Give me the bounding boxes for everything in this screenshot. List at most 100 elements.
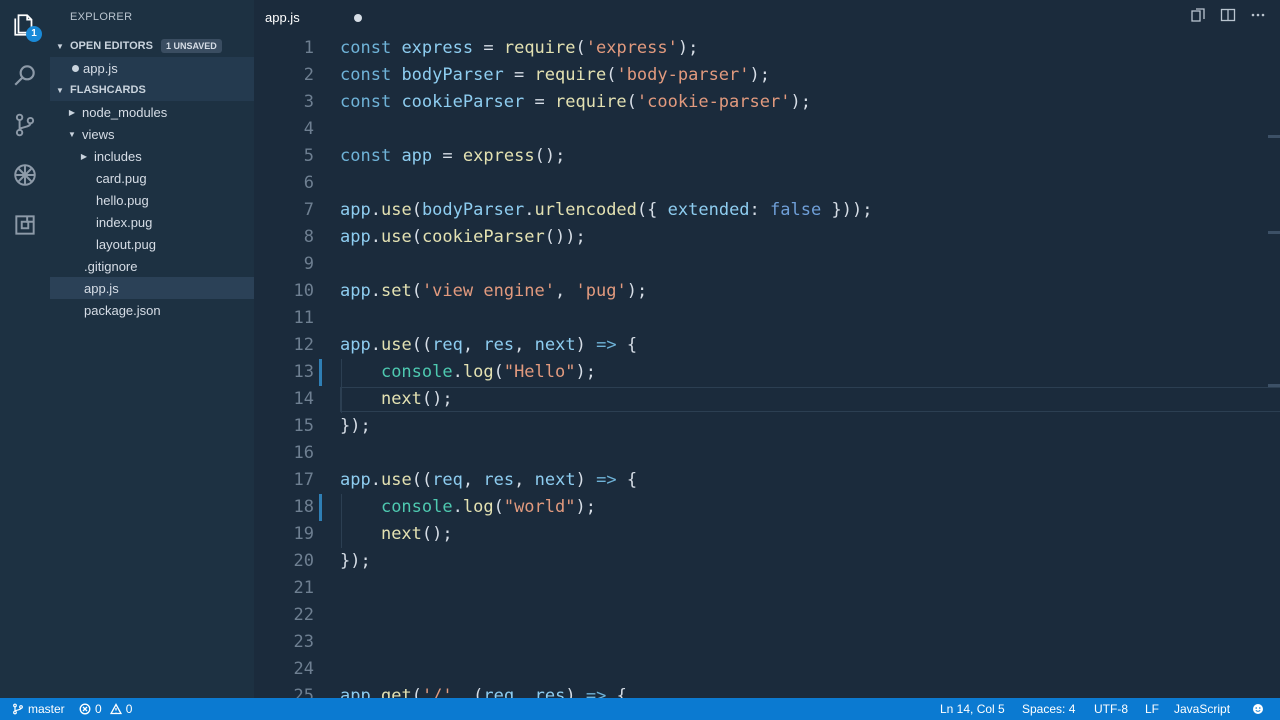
tree-item-label: includes	[94, 148, 142, 164]
unsaved-dot-icon	[72, 64, 79, 72]
chevron-down-icon: ▼	[56, 41, 64, 51]
unsaved-badge: 1 UNSAVED	[160, 39, 222, 53]
problems-indicator[interactable]: 0 0	[79, 698, 132, 720]
code-line: app.set('view engine', 'pug');	[340, 281, 648, 301]
line-number: 8	[303, 227, 314, 247]
project-header[interactable]: ▼ FLASHCARDS	[50, 79, 254, 101]
status-bar: master 0 0 Ln 14, Col 5 Spaces: 4 UTF-8 …	[0, 698, 1280, 720]
language-mode[interactable]: JavaScript	[1174, 698, 1230, 720]
line-number: 15	[293, 416, 314, 436]
open-editors-header[interactable]: ▼ OPEN EDITORS 1 UNSAVED	[50, 35, 254, 57]
more-actions-icon[interactable]	[1250, 7, 1266, 28]
open-editors-label: OPEN EDITORS	[70, 40, 153, 52]
indentation-setting[interactable]: Spaces: 4	[1022, 698, 1075, 720]
warning-count: 0	[125, 702, 133, 716]
line-number: 25	[293, 686, 314, 698]
unsaved-dot-icon[interactable]	[354, 14, 362, 22]
line-number: 18	[293, 497, 314, 517]
overview-ruler-mark	[1268, 231, 1280, 234]
editor-actions	[1190, 0, 1280, 35]
tree-item-label: app.js	[84, 280, 119, 296]
encoding-setting[interactable]: UTF-8	[1094, 698, 1128, 720]
branch-name: master	[28, 702, 65, 716]
line-number: 11	[293, 308, 314, 328]
code-line: console.log("Hello");	[380, 362, 596, 382]
line-number: 1	[303, 38, 314, 58]
extensions-icon[interactable]	[0, 200, 50, 250]
line-number: 14	[293, 389, 314, 409]
overview-ruler-mark	[1268, 135, 1280, 138]
line-number: 4	[303, 119, 314, 139]
tree-item-hello-pug[interactable]: hello.pug	[50, 189, 254, 211]
tree-item-views[interactable]: ▼ views	[50, 123, 254, 145]
tree-item-package-json[interactable]: package.json	[50, 299, 254, 321]
chevron-right-icon: ▶	[68, 107, 76, 117]
open-editor-label: app.js	[83, 60, 118, 76]
line-number: 6	[303, 173, 314, 193]
code-line: app.get('/', (req, res) => {	[340, 686, 627, 698]
current-line-highlight	[340, 387, 1280, 412]
line-number: 9	[303, 254, 314, 274]
tree-item-index-pug[interactable]: index.pug	[50, 211, 254, 233]
explorer-icon[interactable]: 1	[0, 0, 50, 50]
source-control-icon[interactable]	[0, 100, 50, 150]
code-line: });	[340, 551, 371, 571]
line-number: 24	[293, 659, 314, 679]
tree-item-label: views	[82, 126, 115, 142]
project-label: FLASHCARDS	[70, 84, 146, 96]
chevron-down-icon: ▼	[56, 85, 64, 95]
code-line: const bodyParser = require('body-parser'…	[340, 65, 771, 85]
tab-label: app.js	[265, 10, 300, 25]
line-number: 3	[303, 92, 314, 112]
tab-bar: app.js	[254, 0, 1280, 35]
cursor-position[interactable]: Ln 14, Col 5	[940, 698, 1005, 720]
line-number: 21	[293, 578, 314, 598]
code-line: const cookieParser = require('cookie-par…	[340, 92, 811, 112]
branch-indicator[interactable]: master	[12, 698, 65, 720]
line-number: 5	[303, 146, 314, 166]
error-icon	[79, 703, 91, 715]
error-count: 0	[95, 702, 102, 716]
line-number: 22	[293, 605, 314, 625]
unsaved-count-badge: 1	[26, 26, 42, 42]
code-line: console.log("world");	[380, 497, 596, 517]
line-number: 20	[293, 551, 314, 571]
open-editor-item-app-js[interactable]: app.js	[50, 57, 254, 79]
tree-item-gitignore[interactable]: .gitignore	[50, 255, 254, 277]
activity-bar: 1	[0, 0, 50, 698]
tree-item-label: card.pug	[96, 170, 147, 186]
debug-icon[interactable]	[0, 150, 50, 200]
code-line: });	[340, 416, 371, 436]
line-number: 16	[293, 443, 314, 463]
code-line: app.use(bodyParser.urlencoded({ extended…	[340, 200, 873, 220]
line-number: 13	[293, 362, 314, 382]
code-line: const app = express();	[340, 146, 566, 166]
code-editor[interactable]: 1 2 3 4 5 6 7 8 9 10 11 12 13 14 15 16 1…	[254, 35, 1280, 698]
search-icon[interactable]	[0, 50, 50, 100]
tree-item-card-pug[interactable]: card.pug	[50, 167, 254, 189]
tree-item-layout-pug[interactable]: layout.pug	[50, 233, 254, 255]
overview-ruler-mark	[1268, 384, 1280, 387]
line-number: 2	[303, 65, 314, 85]
feedback-icon[interactable]	[1252, 698, 1268, 720]
code-line: const express = require('express');	[340, 38, 699, 58]
chevron-down-icon: ▼	[68, 129, 76, 139]
tree-item-node-modules[interactable]: ▶ node_modules	[50, 101, 254, 123]
split-editor-icon[interactable]	[1220, 7, 1236, 28]
code-line: app.use((req, res, next) => {	[340, 470, 638, 490]
sidebar-title: EXPLORER	[70, 11, 133, 23]
open-changes-icon[interactable]	[1190, 7, 1206, 28]
warning-icon	[109, 703, 122, 715]
modified-line-marker	[319, 359, 322, 386]
git-branch-icon	[13, 703, 23, 715]
tab-app-js[interactable]: app.js	[254, 0, 374, 35]
line-number: 19	[293, 524, 314, 544]
line-number: 12	[293, 335, 314, 355]
code-line: app.use(cookieParser());	[340, 227, 586, 247]
eol-setting[interactable]: LF	[1145, 698, 1159, 720]
tree-item-label: hello.pug	[96, 192, 149, 208]
tree-item-app-js[interactable]: app.js	[50, 277, 254, 299]
line-number: 17	[293, 470, 314, 490]
line-number: 7	[303, 200, 314, 220]
tree-item-includes[interactable]: ▶ includes	[50, 145, 254, 167]
